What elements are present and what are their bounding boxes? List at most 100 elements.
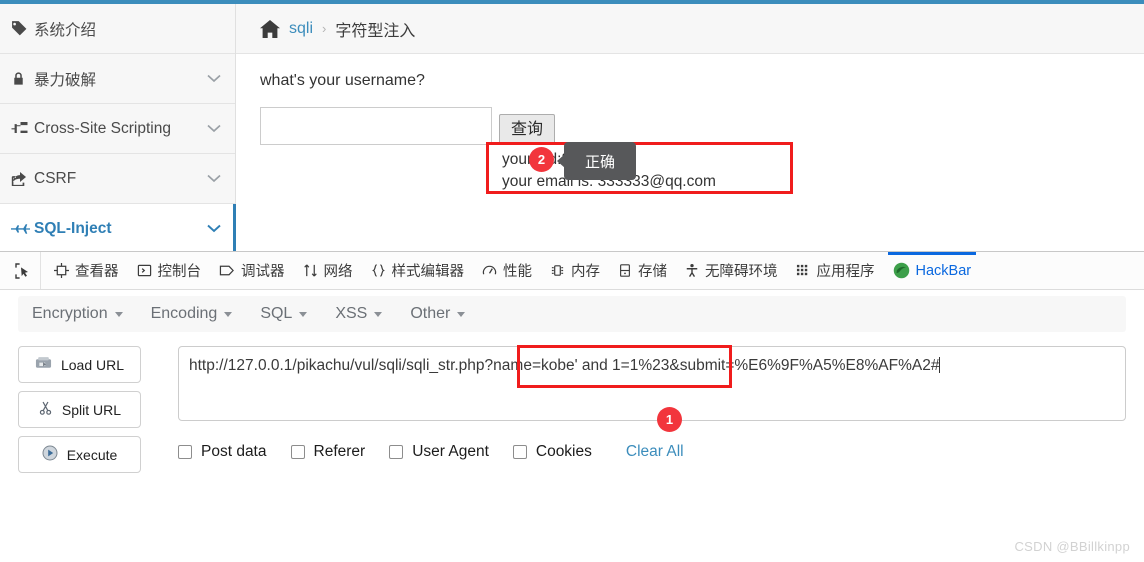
split-url-button[interactable]: Split URL	[18, 391, 141, 428]
tab-label: 存储	[638, 264, 667, 280]
menu-xss[interactable]: XSS	[335, 305, 383, 323]
sidebar-item-label: SQL-Inject	[34, 219, 112, 237]
sidebar-item-label: 暴力破解	[34, 71, 97, 89]
tab-label: 无障碍环境	[705, 264, 778, 280]
text-caret	[939, 357, 941, 373]
chevron-down-icon	[114, 311, 123, 317]
tab-storage[interactable]: 存储	[609, 252, 676, 289]
menu-encryption[interactable]: Encryption	[32, 305, 123, 323]
element-picker-icon[interactable]	[6, 252, 41, 289]
option-label: Cookies	[535, 443, 592, 460]
referer-checkbox[interactable]	[290, 445, 305, 459]
url-input[interactable]: http://127.0.0.1/pikachu/vul/sqli/sqli_s…	[178, 345, 1126, 421]
tag-icon	[11, 20, 34, 37]
option-label: Post data	[201, 443, 267, 460]
inspector-icon	[54, 263, 69, 278]
accessibility-icon	[685, 263, 699, 278]
button-label: Split URL	[61, 401, 122, 418]
watermark: CSDN @BBillkinpp	[1014, 539, 1130, 554]
tab-label: 网络	[323, 264, 353, 280]
url-query-text: ?name=kobe' and 1=1%23	[484, 357, 670, 374]
username-input[interactable]	[260, 107, 492, 145]
menu-label: XSS	[335, 305, 368, 322]
chevron-down-icon	[207, 124, 221, 133]
chevron-down-icon	[374, 311, 383, 317]
breadcrumb-root-link[interactable]: sqli	[289, 20, 313, 38]
sidebar-item-csrf[interactable]: CSRF	[0, 154, 235, 204]
menu-label: Encoding	[150, 305, 218, 322]
load-url-button[interactable]: Load URL	[18, 346, 141, 383]
tab-inspector[interactable]: 查看器	[45, 252, 128, 289]
menu-label: Other	[410, 305, 451, 322]
sidebar-item-system-intro[interactable]: 系统介绍	[0, 4, 235, 54]
tab-accessibility[interactable]: 无障碍环境	[676, 252, 787, 289]
tab-label: 应用程序	[816, 264, 875, 280]
tab-memory[interactable]: 内存	[541, 252, 609, 289]
option-referer[interactable]: Referer	[290, 443, 366, 461]
cookies-checkbox[interactable]	[512, 445, 527, 459]
hackbar-options: Post data Referer User Agent Cookies Cle…	[178, 443, 1126, 461]
tab-performance[interactable]: 性能	[473, 252, 541, 289]
sidebar-item-label: Cross-Site Scripting	[34, 119, 171, 137]
tab-application[interactable]: 应用程序	[787, 252, 884, 289]
chevron-down-icon	[224, 311, 233, 317]
breadcrumb-current: 字符型注入	[335, 22, 416, 40]
url-base-text: http://127.0.0.1/pikachu/vul/sqli/sqli_s…	[189, 357, 485, 374]
chevron-down-icon	[207, 174, 221, 183]
option-post-data[interactable]: Post data	[178, 443, 267, 461]
button-label: Execute	[66, 446, 118, 463]
hackbar-url-area: http://127.0.0.1/pikachu/vul/sqli/sqli_s…	[178, 345, 1126, 481]
result-email-line: your email is: 333333@qq.com	[502, 173, 716, 190]
annotation-tooltip: 正确	[557, 142, 636, 180]
menu-sql[interactable]: SQL	[260, 305, 308, 323]
sidebar-item-label: 系统介绍	[34, 21, 97, 39]
hackbar-panel: Encryption Encoding SQL XSS Other Load U…	[0, 290, 1144, 562]
chevron-down-icon	[207, 224, 221, 233]
tab-label: 性能	[503, 264, 532, 280]
menu-label: Encryption	[32, 305, 108, 322]
clear-all-link[interactable]: Clear All	[626, 443, 684, 461]
sidebar-item-brute-force[interactable]: 暴力破解	[0, 54, 235, 104]
storage-icon	[618, 263, 632, 278]
option-cookies[interactable]: Cookies	[512, 443, 592, 461]
menu-encoding[interactable]: Encoding	[151, 305, 233, 323]
tab-hackbar[interactable]: HackBar	[884, 252, 981, 289]
execute-button[interactable]: Execute	[18, 436, 141, 473]
annotation-badge-2: 2	[529, 147, 554, 172]
option-label: Referer	[313, 443, 366, 460]
option-user-agent[interactable]: User Agent	[389, 443, 489, 461]
menu-label: SQL	[260, 305, 293, 322]
form-question: what's your username?	[260, 72, 425, 89]
console-icon	[137, 263, 152, 278]
play-icon	[42, 445, 58, 464]
tab-debugger[interactable]: 调试器	[210, 252, 294, 289]
debugger-icon	[219, 263, 235, 278]
post-data-checkbox[interactable]	[178, 445, 192, 459]
hackbar-icon	[893, 262, 910, 279]
tab-console[interactable]: 控制台	[128, 252, 211, 289]
query-form: what's your username? 查询	[236, 54, 1144, 145]
menu-other[interactable]: Other	[410, 305, 466, 323]
scissors-icon	[38, 400, 53, 419]
lock-icon	[11, 71, 34, 87]
hackbar-actions: Load URL Split URL Execute	[18, 346, 141, 481]
button-label: Load URL	[60, 356, 125, 373]
tab-style-editor[interactable]: 样式编辑器	[362, 252, 474, 289]
submit-query-button[interactable]: 查询	[499, 114, 556, 145]
chevron-down-icon	[299, 311, 308, 317]
user-agent-checkbox[interactable]	[389, 445, 404, 459]
application-icon	[796, 263, 811, 278]
chevron-down-icon	[457, 311, 466, 317]
breadcrumb: sqli › 字符型注入	[236, 4, 1144, 54]
sidebar-item-sql-inject[interactable]: SQL-Inject	[0, 204, 236, 254]
tab-network[interactable]: 网络	[294, 252, 362, 289]
tab-label: 查看器	[75, 264, 119, 280]
devtools-panel: 查看器 控制台 调试器 网络 样式编辑器 性能 内存 存储 无障碍环境 应用程序…	[0, 251, 1144, 562]
tab-label: HackBar	[915, 262, 972, 279]
hackbar-body: Load URL Split URL Execute http://127.0.…	[0, 332, 1144, 481]
sitemap-icon	[11, 121, 34, 137]
hackbar-menubar: Encryption Encoding SQL XSS Other	[18, 296, 1126, 332]
browser-viewport: 系统介绍 暴力破解 Cross-Site Scripting CSRF SQL-…	[0, 4, 1144, 254]
home-icon[interactable]	[260, 19, 280, 38]
sidebar-item-cross-site-scripting[interactable]: Cross-Site Scripting	[0, 104, 235, 154]
